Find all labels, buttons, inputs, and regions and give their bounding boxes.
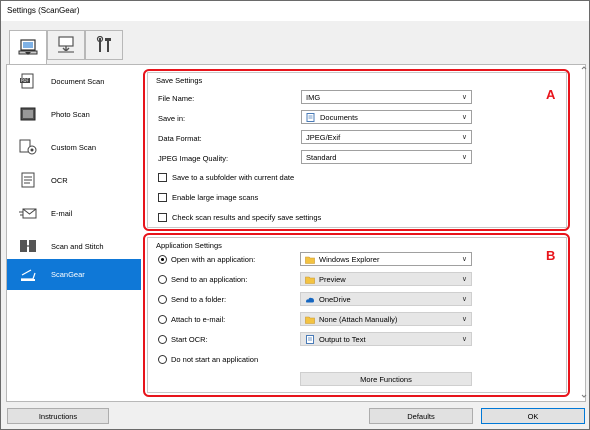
photo-scan-icon: [19, 106, 37, 122]
scangear-icon: [19, 267, 37, 283]
ocr-icon: [19, 172, 37, 188]
sidebar-item-label: Photo Scan: [51, 109, 90, 119]
callout-label-b: B: [546, 248, 556, 263]
scan-to-computer-icon: [58, 36, 74, 53]
sidebar-item-email[interactable]: E-mail: [7, 197, 141, 229]
callout-label-a: A: [546, 87, 556, 102]
tab-general-settings[interactable]: [85, 30, 123, 60]
settings-main: Save Settings File Name: IMG ∨ Save in: …: [143, 65, 581, 399]
sidebar-item-label: OCR: [51, 175, 68, 185]
callout-box-a: [143, 69, 570, 231]
sidebar-item-label: Scan and Stitch: [51, 241, 104, 251]
instructions-button[interactable]: Instructions: [7, 408, 109, 424]
sidebar-item-scan-and-stitch[interactable]: Scan and Stitch: [7, 230, 141, 262]
sidebar-item-label: ScanGear: [51, 270, 85, 279]
sidebar-item-label: Document Scan: [51, 76, 105, 86]
email-icon: [19, 205, 37, 221]
scan-stitch-icon: [19, 238, 37, 254]
callout-box-b: [143, 233, 570, 397]
scan-computer-icon: [18, 38, 38, 55]
document-scan-icon: PDF: [19, 73, 37, 89]
sidebar-item-ocr[interactable]: OCR: [7, 164, 141, 196]
window-title: Settings (ScanGear): [7, 6, 80, 15]
ok-button[interactable]: OK: [481, 408, 585, 424]
sidebar-item-label: E-mail: [51, 208, 73, 218]
sidebar-item-document-scan[interactable]: PDF Document Scan: [7, 65, 141, 97]
scan-type-sidebar: PDF Document Scan Photo Scan Custom Scan…: [7, 65, 141, 399]
tools-icon: [96, 36, 111, 52]
defaults-label: Defaults: [407, 411, 435, 421]
tab-scan-from-panel[interactable]: [47, 30, 85, 60]
scroll-up-icon[interactable]: [581, 65, 587, 71]
sidebar-item-photo-scan[interactable]: Photo Scan: [7, 98, 141, 130]
vertical-scrollbar[interactable]: [581, 65, 587, 399]
defaults-button[interactable]: Defaults: [369, 408, 473, 424]
sidebar-item-label: Custom Scan: [51, 142, 97, 152]
sidebar-item-scangear[interactable]: ScanGear: [7, 259, 141, 290]
dialog-footer: Instructions Defaults OK: [1, 402, 589, 430]
settings-toolbar: [1, 21, 589, 65]
title-bar: Settings (ScanGear): [1, 1, 589, 21]
svg-text:PDF: PDF: [21, 78, 29, 83]
settings-window: Settings (ScanGear) PDF Document Scan Ph…: [0, 0, 590, 430]
sidebar-item-custom-scan[interactable]: Custom Scan: [7, 131, 141, 163]
custom-scan-icon: [19, 139, 37, 155]
scroll-down-icon[interactable]: [581, 393, 587, 399]
instructions-label: Instructions: [38, 411, 78, 421]
tab-scan-from-computer[interactable]: [9, 30, 47, 65]
ok-label: OK: [527, 411, 539, 421]
